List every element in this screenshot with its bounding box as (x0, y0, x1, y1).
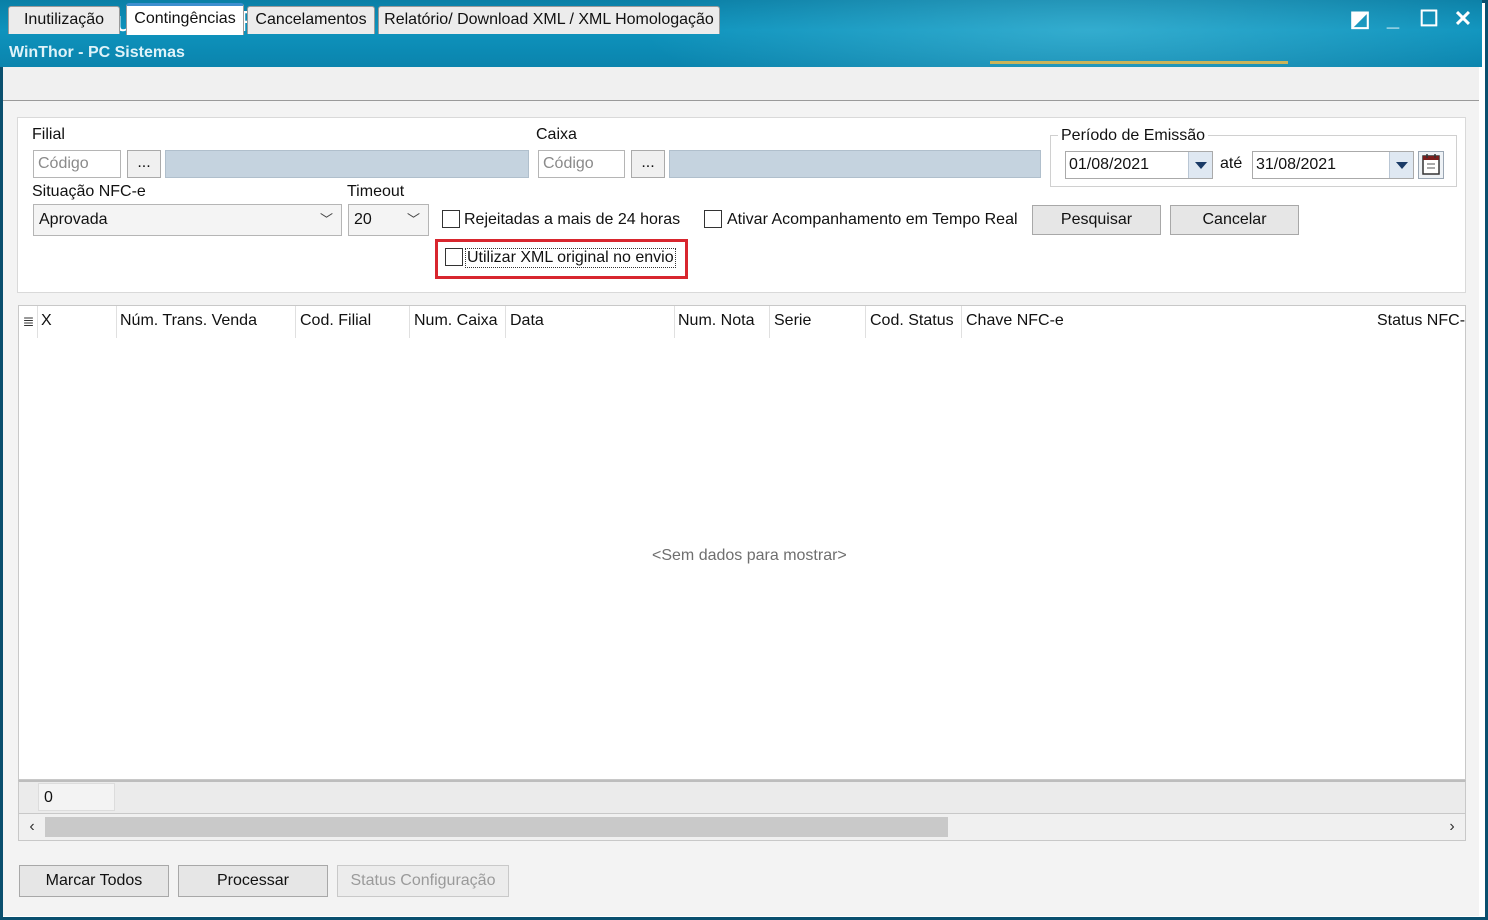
acompanhamento-label[interactable]: Ativar Acompanhamento em Tempo Real (727, 211, 1018, 229)
caixa-lookup-button[interactable]: ... (631, 150, 665, 178)
caixa-label: Caixa (536, 126, 577, 143)
tab-relatorio-download-xml[interactable]: Relatório/ Download XML / XML Homologaçã… (378, 6, 720, 34)
marcar-todos-label: Marcar Todos (45, 872, 143, 889)
status-configuracao-button[interactable]: Status Configuração (337, 865, 509, 897)
column-header-chave-nfce[interactable]: Chave NFC-e (963, 306, 1374, 338)
column-chooser-icon[interactable]: ≣ (20, 306, 38, 338)
rejeitadas-checkbox[interactable] (442, 210, 460, 228)
chevron-down-icon: ﹀ (406, 212, 420, 227)
tab-strip (3, 67, 1479, 101)
chevron-down-icon: ﹀ (319, 212, 333, 227)
caixa-description-field (669, 150, 1041, 178)
minimize-icon[interactable]: _ (1380, 6, 1406, 32)
xml-original-checkbox[interactable] (445, 248, 463, 266)
marcar-todos-button[interactable]: Marcar Todos (19, 865, 169, 897)
grid-footer (18, 780, 1466, 814)
title-accent-line (990, 61, 1288, 64)
scroll-right-icon[interactable]: › (1441, 816, 1463, 838)
empty-grid-message: <Sem dados para mostrar> (652, 547, 847, 564)
chevron-down-icon[interactable] (1188, 152, 1212, 178)
tab-cancelamentos[interactable]: Cancelamentos (247, 6, 375, 34)
status-configuracao-label: Status Configuração (350, 872, 496, 889)
pesquisar-button[interactable]: Pesquisar (1032, 205, 1161, 235)
timeout-select[interactable]: 20 ﹀ (348, 204, 429, 236)
restore-icon[interactable]: ◩ (1347, 6, 1373, 32)
periodo-start-value: 01/08/2021 (1069, 156, 1150, 173)
scroll-left-icon[interactable]: ‹ (21, 816, 43, 838)
column-header-cod-filial[interactable]: Cod. Filial (297, 306, 410, 338)
column-header-num-nota[interactable]: Num. Nota (675, 306, 770, 338)
filial-lookup-button[interactable]: ... (127, 150, 161, 178)
filial-label: Filial (32, 126, 65, 143)
cancelar-button[interactable]: Cancelar (1170, 205, 1299, 235)
close-icon[interactable]: ✕ (1450, 6, 1476, 32)
results-grid[interactable] (18, 305, 1466, 780)
situacao-label: Situação NFC-e (32, 183, 146, 200)
situacao-select[interactable]: Aprovada ﹀ (33, 204, 342, 236)
column-header-num-caixa[interactable]: Num. Caixa (411, 306, 506, 338)
filial-description-field (165, 150, 529, 178)
situacao-value: Aprovada (39, 211, 108, 228)
column-header-status-nfce[interactable]: Status NFC- (1374, 306, 1465, 338)
calendar-icon[interactable] (1418, 151, 1444, 179)
periodo-start-date[interactable]: 01/08/2021 (1065, 151, 1213, 179)
xml-original-label[interactable]: Utilizar XML original no envio (465, 248, 676, 268)
timeout-value: 20 (354, 211, 372, 228)
periodo-separator: até (1220, 155, 1243, 172)
column-header-data[interactable]: Data (507, 306, 675, 338)
periodo-end-value: 31/08/2021 (1256, 156, 1337, 173)
chevron-down-icon[interactable] (1389, 152, 1413, 178)
column-header-x[interactable]: X (38, 306, 117, 338)
column-header-num-trans-venda[interactable]: Núm. Trans. Venda (117, 306, 296, 338)
record-count: 0 (38, 783, 115, 811)
processar-label: Processar (216, 872, 290, 889)
timeout-label: Timeout (347, 183, 405, 200)
scrollbar-thumb[interactable] (45, 817, 948, 837)
filial-code-input[interactable] (33, 150, 121, 178)
maximize-icon[interactable]: ☐ (1416, 6, 1442, 32)
caixa-code-input[interactable] (538, 150, 625, 178)
column-header-cod-status[interactable]: Cod. Status (867, 306, 962, 338)
periodo-label: Período de Emissão (1058, 127, 1209, 145)
cancelar-label: Cancelar (1202, 211, 1267, 228)
window-subtitle: WinThor - PC Sistemas (9, 44, 185, 61)
acompanhamento-checkbox[interactable] (704, 210, 722, 228)
processar-button[interactable]: Processar (178, 865, 328, 897)
tab-contingencias[interactable]: Contingências (126, 3, 244, 35)
column-header-serie[interactable]: Serie (771, 306, 866, 338)
pesquisar-label: Pesquisar (1060, 211, 1133, 228)
rejeitadas-label[interactable]: Rejeitadas a mais de 24 horas (464, 211, 680, 229)
tab-inutilizacao[interactable]: Inutilização (8, 6, 120, 34)
periodo-end-date[interactable]: 31/08/2021 (1252, 151, 1414, 179)
